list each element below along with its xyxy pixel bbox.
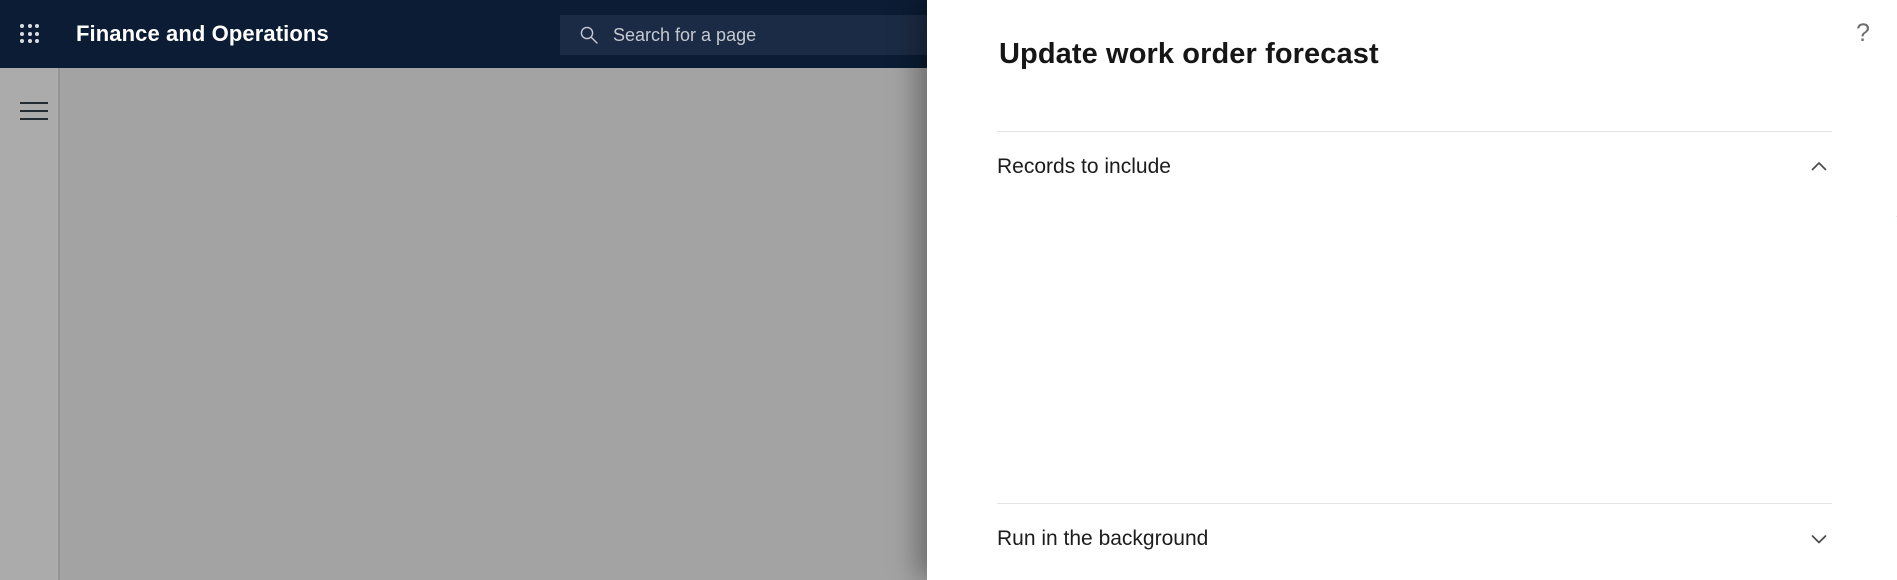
waffle-dot bbox=[27, 24, 32, 28]
hamburger-bar bbox=[20, 110, 48, 112]
hamburger-menu-icon[interactable] bbox=[20, 102, 48, 120]
search-input-placeholder: Search for a page bbox=[613, 24, 757, 45]
section-label-run-in-the-background: Run in the background bbox=[997, 527, 1209, 550]
divider bbox=[997, 503, 1832, 504]
chevron-up-icon[interactable] bbox=[1808, 156, 1830, 178]
waffle-dot bbox=[20, 24, 24, 28]
chevron-down-icon[interactable] bbox=[1808, 528, 1830, 550]
divider bbox=[997, 131, 1832, 132]
app-launcher-waffle-icon[interactable] bbox=[13, 17, 47, 51]
dialog-title: Update work order forecast bbox=[999, 38, 1379, 70]
section-header-run-in-the-background[interactable]: Run in the background bbox=[997, 518, 1832, 560]
update-work-order-forecast-dialog: ? Update work order forecast Records to … bbox=[927, 0, 1897, 580]
section-label-records-to-include: Records to include bbox=[997, 155, 1171, 178]
waffle-dot bbox=[20, 39, 24, 44]
search-icon bbox=[580, 26, 598, 44]
waffle-dot bbox=[27, 39, 32, 44]
left-navigation-rail bbox=[0, 68, 60, 580]
section-header-records-to-include[interactable]: Records to include bbox=[997, 146, 1832, 188]
help-icon[interactable]: ? bbox=[1846, 16, 1880, 50]
waffle-dot bbox=[35, 39, 40, 44]
waffle-dot bbox=[35, 24, 40, 28]
waffle-dot bbox=[27, 31, 32, 36]
app-title: Finance and Operations bbox=[76, 21, 329, 46]
waffle-dot bbox=[20, 31, 24, 36]
hamburger-bar bbox=[20, 118, 48, 120]
waffle-dot bbox=[35, 31, 40, 36]
hamburger-bar bbox=[20, 102, 48, 104]
